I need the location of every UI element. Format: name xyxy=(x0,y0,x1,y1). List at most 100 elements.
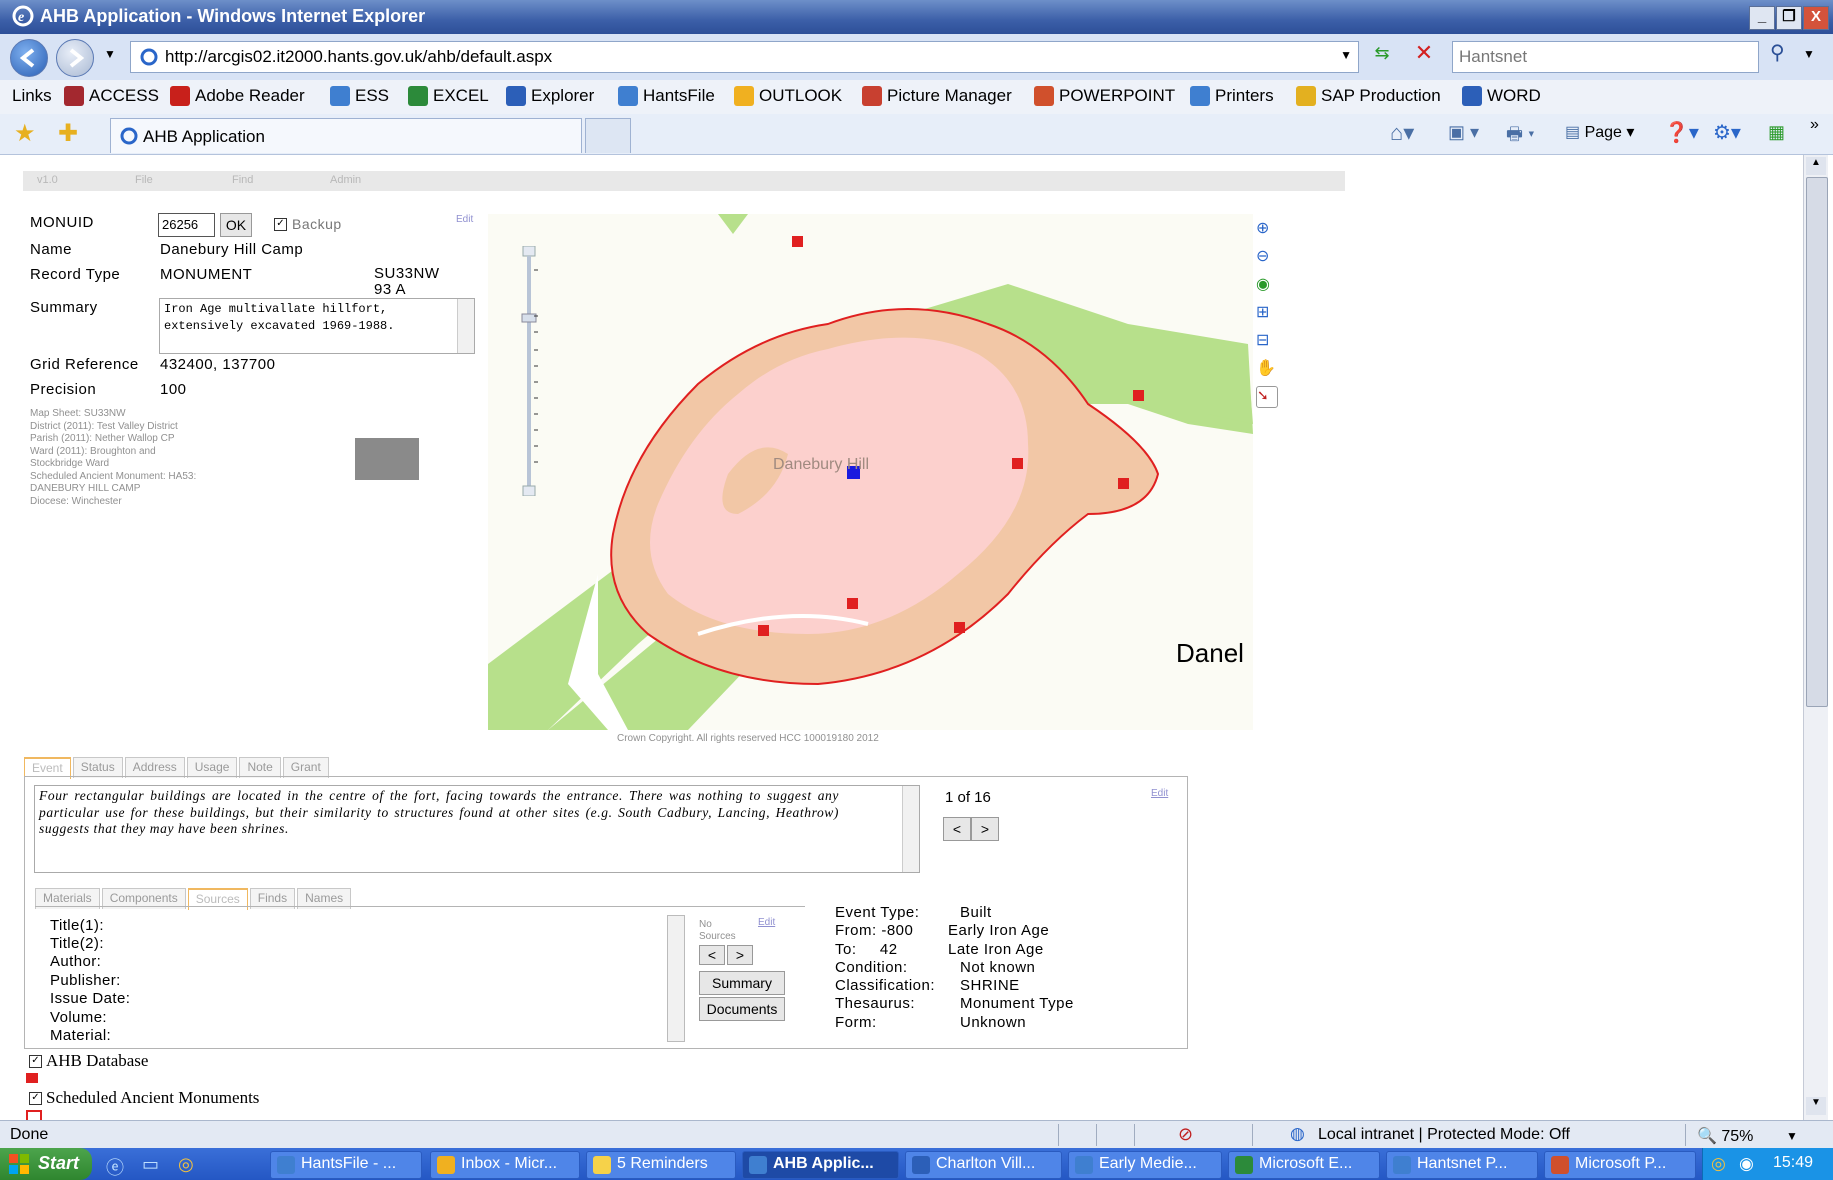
link-access[interactable]: ACCESS xyxy=(64,86,159,106)
monument-marker[interactable] xyxy=(1012,458,1023,469)
start-button[interactable]: Start xyxy=(0,1148,92,1180)
tools-icon[interactable]: ⚙▾ xyxy=(1713,120,1741,145)
help-icon[interactable]: ❓▾ xyxy=(1664,120,1699,145)
security-zone-text[interactable]: Local intranet | Protected Mode: Off xyxy=(1318,1126,1570,1144)
zoom-box-in-icon[interactable]: ⊞ xyxy=(1256,302,1276,322)
feeds-icon[interactable]: ▣ ▾ xyxy=(1448,122,1479,143)
url-field[interactable]: http://arcgis02.it2000.hants.gov.uk/ahb/… xyxy=(130,41,1359,73)
link-sap-production[interactable]: SAP Production xyxy=(1296,86,1441,106)
link-picture-manager[interactable]: Picture Manager xyxy=(862,86,1012,106)
scroll-thumb[interactable] xyxy=(1806,177,1828,707)
monument-marker[interactable] xyxy=(1133,390,1144,401)
documents-button[interactable]: Documents xyxy=(699,997,785,1021)
blocked-icon[interactable]: ⊘ xyxy=(1178,1124,1193,1145)
refresh-icon[interactable]: ⇆ xyxy=(1367,43,1397,69)
tab-grant[interactable]: Grant xyxy=(282,757,329,778)
zoom-level[interactable]: 🔍 75% xyxy=(1697,1126,1753,1146)
tab-usage[interactable]: Usage xyxy=(186,757,238,778)
link-adobe-reader[interactable]: Adobe Reader xyxy=(170,86,305,106)
page-scrollbar[interactable]: ▲ ▼ xyxy=(1803,155,1828,1120)
monument-marker[interactable] xyxy=(1118,478,1129,489)
favorites-star-icon[interactable]: ★ xyxy=(14,119,36,148)
sources-next-button[interactable]: > xyxy=(727,945,753,965)
search-icon[interactable]: ⚲ xyxy=(1770,40,1785,65)
map-view[interactable]: Danebury Hill Danel xyxy=(488,214,1253,730)
stop-icon[interactable]: ✕ xyxy=(1409,40,1439,70)
ok-button[interactable]: OK xyxy=(220,213,252,237)
page-menu[interactable]: ▤ Page ▾ xyxy=(1565,122,1634,142)
link-outlook[interactable]: OUTLOOK xyxy=(734,86,842,106)
monument-marker[interactable] xyxy=(847,598,858,609)
zoom-in-icon[interactable]: ⊕ xyxy=(1256,218,1276,238)
tray-messenger-icon[interactable]: ◉ xyxy=(1739,1154,1754,1174)
sources-scrollbar[interactable] xyxy=(667,915,685,1042)
quicklaunch-outlook-icon[interactable]: ◎ xyxy=(178,1154,194,1175)
forward-button[interactable] xyxy=(56,39,94,77)
record-thumbnail[interactable] xyxy=(355,438,419,480)
quicklaunch-desktop-icon[interactable]: ▭ xyxy=(142,1154,159,1175)
layer-ahb-checkbox[interactable]: ✓ xyxy=(29,1055,42,1068)
history-dropdown-icon[interactable]: ▼ xyxy=(104,47,116,61)
event-scrollbar[interactable] xyxy=(902,786,919,872)
link-word[interactable]: WORD xyxy=(1462,86,1541,106)
taskbar-button[interactable]: Microsoft P... xyxy=(1544,1151,1696,1179)
scroll-up-icon[interactable]: ▲ xyxy=(1806,157,1826,175)
taskbar-button[interactable]: 5 Reminders xyxy=(586,1151,736,1179)
taskbar-button[interactable]: Charlton Vill... xyxy=(905,1151,1062,1179)
close-window-button[interactable]: X xyxy=(1803,6,1829,30)
monument-marker[interactable] xyxy=(792,236,803,247)
monuid-input[interactable]: 26256 xyxy=(158,213,215,237)
layer-sam-checkbox[interactable]: ✓ xyxy=(29,1092,42,1105)
zoom-slider[interactable] xyxy=(520,245,542,497)
summary-button[interactable]: Summary xyxy=(699,971,785,995)
zoom-dropdown-icon[interactable]: ▼ xyxy=(1786,1129,1798,1143)
sources-edit-link[interactable]: Edit xyxy=(758,917,775,928)
more-icon[interactable]: » xyxy=(1810,116,1819,134)
back-button[interactable] xyxy=(10,39,48,77)
record-edit-link[interactable]: Edit xyxy=(456,214,473,225)
summary-textarea[interactable]: Iron Age multivallate hillfort, extensiv… xyxy=(159,298,475,354)
link-ess[interactable]: ESS xyxy=(330,86,389,106)
event-prev-button[interactable]: < xyxy=(943,817,971,841)
taskbar-button[interactable]: Hantsnet P... xyxy=(1386,1151,1538,1179)
link-powerpoint[interactable]: POWERPOINT xyxy=(1034,86,1175,106)
menu-find[interactable]: Find xyxy=(232,174,253,186)
minimize-button[interactable]: _ xyxy=(1749,6,1775,30)
search-input[interactable]: Hantsnet xyxy=(1452,41,1759,73)
research-icon[interactable]: ▦ xyxy=(1768,122,1785,143)
taskbar-button[interactable]: AHB Applic... xyxy=(742,1151,899,1179)
tab-status[interactable]: Status xyxy=(72,757,123,778)
tray-outlook-icon[interactable]: ◎ xyxy=(1711,1154,1726,1174)
taskbar-button[interactable]: HantsFile - ... xyxy=(270,1151,422,1179)
summary-scrollbar[interactable] xyxy=(457,299,474,353)
zoom-box-out-icon[interactable]: ⊟ xyxy=(1256,330,1276,350)
link-hantsfile[interactable]: HantsFile xyxy=(618,86,715,106)
add-favorites-icon[interactable]: ✚ xyxy=(58,119,78,148)
tab-ahb-application[interactable]: AHB Application xyxy=(110,118,582,153)
tab-note[interactable]: Note xyxy=(239,757,281,778)
event-textarea[interactable]: Four rectangular buildings are located i… xyxy=(34,785,920,873)
link-explorer[interactable]: Explorer xyxy=(506,86,594,106)
tab-address[interactable]: Address xyxy=(124,757,185,778)
link-printers[interactable]: Printers xyxy=(1190,86,1274,106)
quicklaunch-ie-icon[interactable]: ⓔ xyxy=(106,1154,124,1180)
print-icon[interactable]: 🖶 ▾ xyxy=(1506,122,1535,152)
restore-button[interactable]: ❐ xyxy=(1776,6,1802,30)
search-options-icon[interactable]: ▼ xyxy=(1803,47,1815,61)
pan-icon[interactable]: ✋ xyxy=(1256,358,1276,378)
menu-file[interactable]: File xyxy=(135,174,153,186)
identify-icon[interactable]: ➘ xyxy=(1256,386,1278,408)
zoom-out-icon[interactable]: ⊖ xyxy=(1256,246,1276,266)
menu-admin[interactable]: Admin xyxy=(330,174,361,186)
link-excel[interactable]: EXCEL xyxy=(408,86,489,106)
taskbar-button[interactable]: Microsoft E... xyxy=(1228,1151,1380,1179)
event-next-button[interactable]: > xyxy=(971,817,999,841)
event-edit-link[interactable]: Edit xyxy=(1151,788,1168,799)
taskbar-button[interactable]: Early Medie... xyxy=(1068,1151,1222,1179)
taskbar-button[interactable]: Inbox - Micr... xyxy=(430,1151,580,1179)
backup-checkbox[interactable]: ✓ xyxy=(274,218,287,231)
monument-marker[interactable] xyxy=(758,625,769,636)
full-extent-icon[interactable]: ◉ xyxy=(1256,274,1276,294)
url-dropdown-icon[interactable]: ▼ xyxy=(1340,48,1352,62)
new-tab-button[interactable] xyxy=(585,118,631,153)
